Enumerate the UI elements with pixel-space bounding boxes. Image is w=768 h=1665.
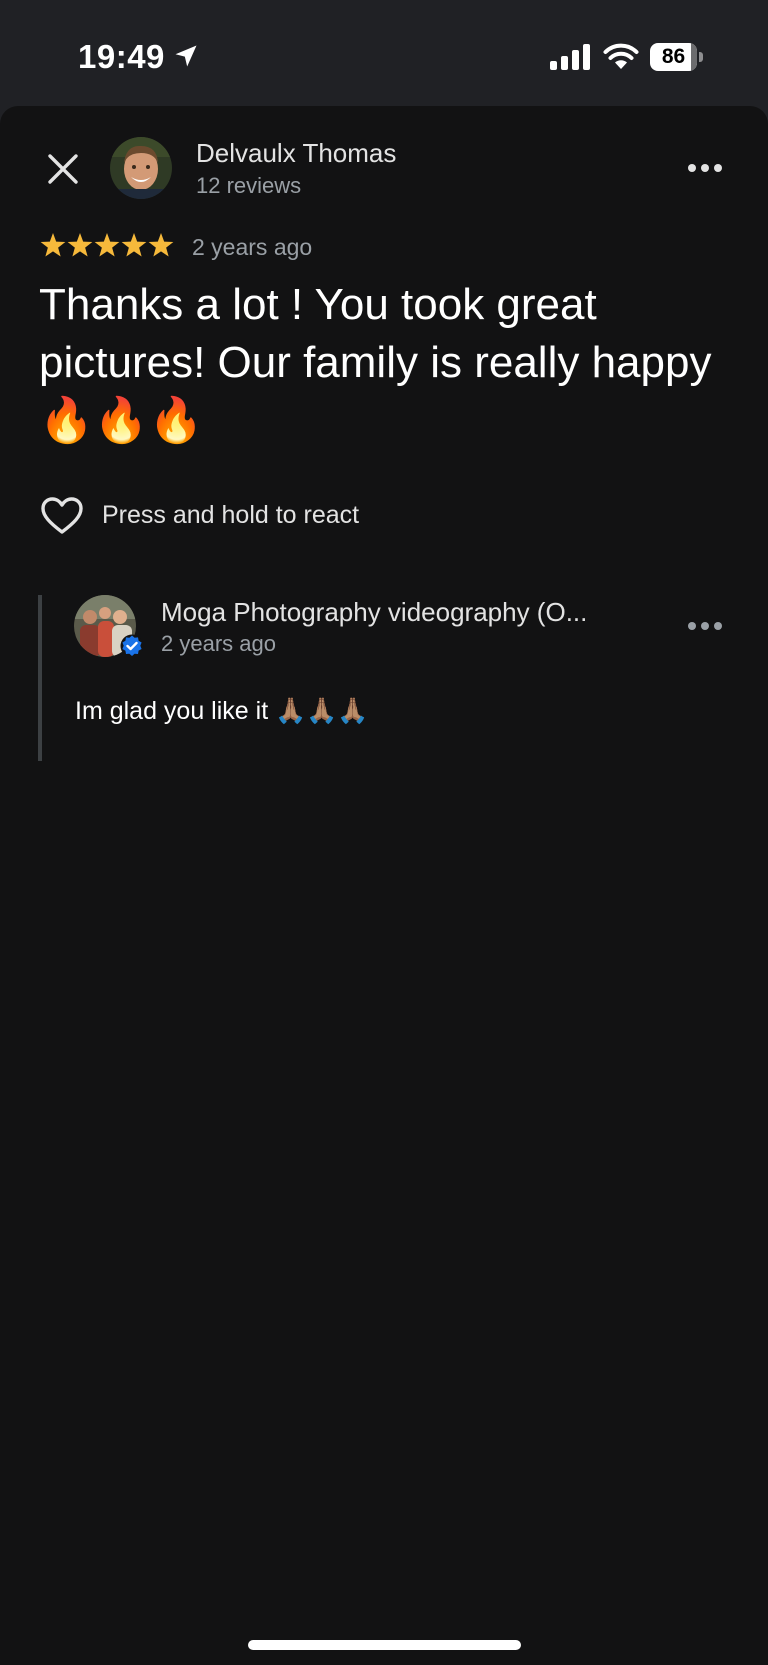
- battery-cap: [699, 52, 703, 62]
- reviewer-name[interactable]: Delvaulx Thomas: [196, 138, 396, 169]
- review-text: Thanks a lot ! You took great pictures! …: [39, 280, 712, 445]
- star-icon: [67, 233, 93, 257]
- star-icon: [94, 233, 120, 257]
- reviewer-avatar-image: [110, 137, 172, 199]
- react-label: Press and hold to react: [102, 501, 360, 529]
- battery-empty-portion: [691, 43, 697, 71]
- close-icon[interactable]: [44, 150, 82, 188]
- star-icon: [121, 233, 147, 257]
- reviewer-avatar[interactable]: [110, 137, 172, 199]
- verified-badge-icon: [120, 634, 144, 658]
- cellular-signal-icon: [550, 44, 590, 70]
- reply-age: 2 years ago: [161, 631, 276, 656]
- wifi-icon: [603, 43, 639, 69]
- battery-level: 86: [661, 45, 686, 68]
- star-rating: [40, 233, 174, 257]
- review-age: 2 years ago: [192, 234, 313, 260]
- more-dot-icon: [714, 622, 722, 630]
- status-bar: 19:49 86: [0, 0, 768, 104]
- more-dot-icon: [701, 164, 709, 172]
- reply-more-options-button[interactable]: [688, 619, 724, 633]
- heart-icon: [41, 497, 83, 534]
- star-icon: [148, 233, 174, 257]
- reviewer-review-count: 12 reviews: [196, 173, 302, 198]
- more-dot-icon: [714, 164, 722, 172]
- more-dot-icon: [688, 164, 696, 172]
- status-time: 19:49: [78, 38, 165, 75]
- home-indicator[interactable]: [248, 1640, 521, 1650]
- more-dot-icon: [688, 622, 696, 630]
- reply-text: Im glad you like it 🙏🏽🙏🏽🙏🏽: [75, 697, 369, 725]
- location-arrow-icon: [175, 45, 197, 67]
- reply-thread-bar: [38, 595, 42, 761]
- star-icon: [40, 233, 66, 257]
- owner-name[interactable]: Moga Photography videography (O...: [161, 597, 587, 628]
- more-dot-icon: [701, 622, 709, 630]
- battery-indicator: 86: [650, 43, 703, 71]
- battery-icon: 86: [650, 43, 697, 71]
- review-more-options-button[interactable]: [688, 161, 724, 175]
